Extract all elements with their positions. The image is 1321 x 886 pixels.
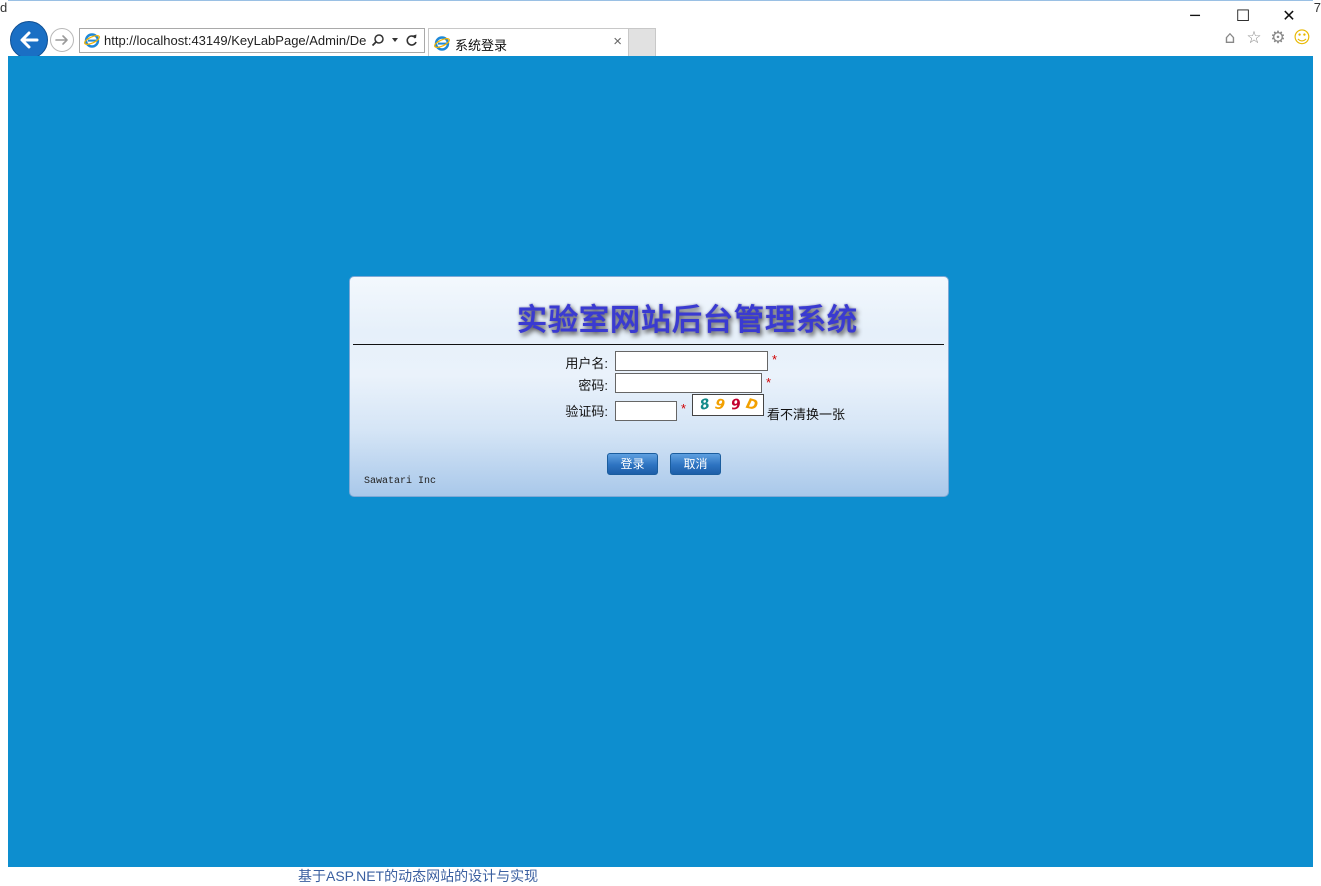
tab-close-icon[interactable]: × xyxy=(613,33,622,50)
ie-logo-icon xyxy=(84,33,100,48)
forward-button[interactable] xyxy=(50,28,74,52)
captcha-char: D xyxy=(744,395,760,415)
captcha-char: 9 xyxy=(713,396,727,414)
username-input[interactable] xyxy=(615,351,768,371)
refresh-icon[interactable] xyxy=(405,34,418,47)
password-input[interactable] xyxy=(615,373,762,393)
close-window-button[interactable]: ✕ xyxy=(1267,5,1311,27)
back-arrow-icon xyxy=(20,31,39,49)
back-button[interactable] xyxy=(10,21,48,59)
address-bar[interactable]: http://localhost:43149/KeyLabPage/Admin/… xyxy=(79,28,425,53)
tab-login[interactable]: 系统登录 × xyxy=(428,28,629,56)
minimize-button[interactable]: ─ xyxy=(1173,5,1217,27)
captcha-input[interactable] xyxy=(615,401,677,421)
dropdown-caret-icon[interactable] xyxy=(391,36,399,44)
page-content: 实验室网站后台管理系统 用户名: * 密码: * 验证码: * 8 9 9 D … xyxy=(8,56,1313,867)
tab-title: 系统登录 xyxy=(455,38,508,53)
settings-gear-icon[interactable]: ⚙ xyxy=(1269,29,1287,47)
captcha-char: 9 xyxy=(730,396,742,414)
forward-arrow-icon xyxy=(55,35,68,45)
username-label: 用户名: xyxy=(565,356,608,371)
captcha-image[interactable]: 8 9 9 D xyxy=(692,394,764,416)
footer-text: Sawatari Inc xyxy=(364,476,437,487)
tab-ie-icon xyxy=(434,36,450,51)
login-button[interactable]: 登录 xyxy=(607,453,658,475)
favorites-star-icon[interactable]: ☆ xyxy=(1245,29,1263,47)
password-label: 密码: xyxy=(578,378,608,393)
home-icon[interactable]: ⌂ xyxy=(1221,29,1239,47)
bottom-link[interactable]: 基于ASP.NET的动态网站的设计与实现 xyxy=(298,866,538,886)
edge-text-right: 7 xyxy=(1313,0,1321,15)
new-tab-button[interactable] xyxy=(628,28,656,56)
maximize-button[interactable]: ☐ xyxy=(1221,5,1265,27)
username-required-mark: * xyxy=(772,352,778,367)
browser-toolbar: ⌂ ☆ ⚙ ☺ xyxy=(1221,29,1311,47)
search-icon[interactable] xyxy=(371,33,385,47)
system-title: 实验室网站后台管理系统 xyxy=(517,303,858,338)
url-text[interactable]: http://localhost:43149/KeyLabPage/Admin/… xyxy=(104,33,366,48)
browser-titlebar: ─ ☐ ✕ http://localhost:43149/KeyLabPage/… xyxy=(8,1,1313,59)
refresh-captcha-link[interactable]: 看不清换一张 xyxy=(767,404,845,423)
feedback-smiley-icon[interactable]: ☺ xyxy=(1293,29,1311,47)
browser-window: ─ ☐ ✕ http://localhost:43149/KeyLabPage/… xyxy=(8,0,1313,867)
login-panel: 实验室网站后台管理系统 用户名: * 密码: * 验证码: * 8 9 9 D … xyxy=(349,276,949,497)
address-controls xyxy=(371,31,418,49)
password-required-mark: * xyxy=(766,375,772,390)
cancel-button[interactable]: 取消 xyxy=(670,453,721,475)
title-divider xyxy=(353,344,944,345)
captcha-char: 8 xyxy=(698,396,712,414)
captcha-label: 验证码: xyxy=(565,404,608,419)
captcha-required-mark: * xyxy=(681,401,687,416)
edge-text-left: d xyxy=(0,0,8,15)
